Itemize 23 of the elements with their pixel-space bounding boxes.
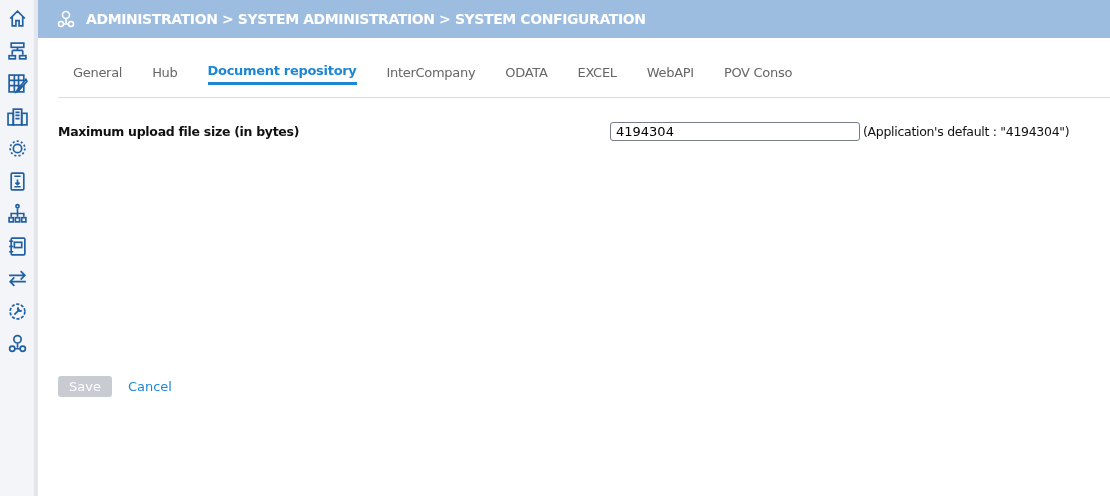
breadcrumb: ADMINISTRATION > SYSTEM ADMINISTRATION > SYSTEM CONFIGURATION (86, 11, 646, 27)
wrench-gear-icon[interactable] (6, 300, 28, 322)
user-nodes-icon[interactable] (6, 333, 28, 354)
cancel-link[interactable]: Cancel (127, 379, 172, 394)
tab[interactable]: ODATA (505, 59, 548, 85)
building-icon[interactable] (6, 105, 28, 127)
tab[interactable]: InterCompany (386, 59, 476, 85)
tab[interactable]: Document repository (207, 59, 357, 85)
tab[interactable]: WebAPI (646, 59, 694, 85)
tab[interactable]: General (73, 59, 123, 85)
user-nodes-icon (56, 9, 76, 29)
hierarchy-icon[interactable] (6, 203, 28, 224)
tab[interactable]: POV Conso (723, 59, 793, 85)
file-size-input[interactable]: 4194304 (610, 122, 860, 141)
grid-pencil-icon[interactable] (6, 73, 28, 94)
tab[interactable]: EXCEL (577, 59, 617, 85)
sitemap-icon[interactable] (6, 40, 28, 62)
gear-circle-icon[interactable] (6, 138, 28, 159)
setting-label: Maximum upload file size (in bytes) (58, 124, 301, 139)
tab[interactable]: Hub (152, 59, 178, 85)
notebook-icon[interactable] (6, 235, 28, 257)
swap-arrows-icon[interactable] (6, 268, 28, 289)
default-hint: (Application's default : "4194304") (863, 124, 1070, 139)
